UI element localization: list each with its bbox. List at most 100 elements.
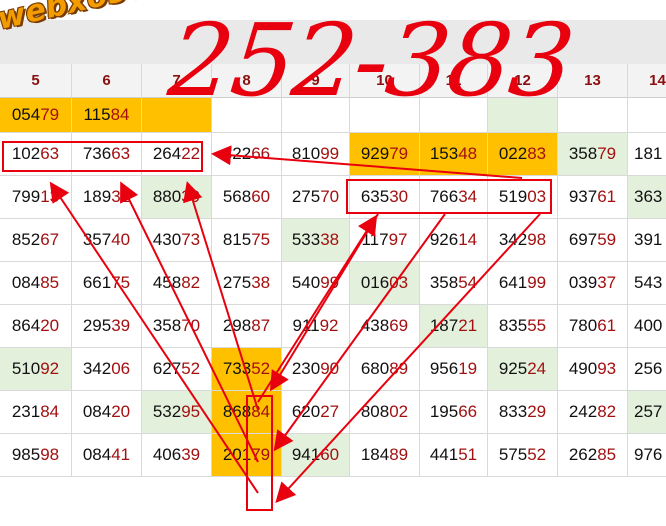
number-last-two-digits: 48 <box>458 144 478 163</box>
number-prefix: 822 <box>222 144 252 163</box>
result-cell: 275 70 <box>282 176 350 219</box>
number-prefix: 868 <box>222 402 252 421</box>
number-last-two-digits: 98 <box>527 230 547 249</box>
number-prefix: 490 <box>568 359 598 378</box>
result-cell: 275 38 <box>212 262 282 305</box>
result-cell: 810 99 <box>282 133 350 176</box>
result-cell: 543 <box>628 262 666 305</box>
result-cell: 441 51 <box>420 434 488 477</box>
result-cell: 438 69 <box>350 305 420 348</box>
number-last-two-digits: 99 <box>320 144 340 163</box>
result-cell: 084 20 <box>72 391 142 434</box>
number-last-two-digits: 32 <box>111 187 131 206</box>
result-cell: 808 02 <box>350 391 420 434</box>
result-cell: 298 87 <box>212 305 282 348</box>
result-cell: 697 59 <box>558 219 628 262</box>
number-last-two-digits: 95 <box>181 402 201 421</box>
result-cell: 115 84 <box>72 98 142 133</box>
number-last-two-digits: 83 <box>527 144 547 163</box>
result-cell: 510 92 <box>0 348 72 391</box>
number-last-two-digits: 20 <box>111 402 131 421</box>
number-prefix: 835 <box>498 316 528 335</box>
result-cell: 780 61 <box>558 305 628 348</box>
number-prefix: 195 <box>429 402 459 421</box>
number-prefix: 929 <box>360 144 390 163</box>
number-last-two-digits: 38 <box>320 230 340 249</box>
number-last-two-digits: 87 <box>251 316 271 335</box>
number-prefix: 264 <box>152 144 182 163</box>
number-prefix: 880 <box>152 187 182 206</box>
result-cell: 358 70 <box>142 305 212 348</box>
number-last-two-digits: 02 <box>389 402 409 421</box>
number-prefix: 543 <box>634 273 663 292</box>
number-last-two-digits: 70 <box>320 187 340 206</box>
number-prefix: 181 <box>634 144 663 163</box>
result-cell: 929 79 <box>350 133 420 176</box>
number-prefix: 833 <box>498 402 528 421</box>
result-cell: 264 22 <box>142 133 212 176</box>
number-prefix: 941 <box>291 445 321 464</box>
number-last-two-digits: 34 <box>458 187 478 206</box>
number-prefix: 540 <box>291 273 321 292</box>
number-last-two-digits: 52 <box>181 359 201 378</box>
result-cell: 400 <box>628 305 666 348</box>
result-cell: 880 39 <box>142 176 212 219</box>
result-cell: 016 03 <box>350 262 420 305</box>
result-cell: 635 30 <box>350 176 420 219</box>
result-cell: 363 <box>628 176 666 219</box>
number-last-two-digits: 06 <box>111 359 131 378</box>
number-prefix: 510 <box>11 359 41 378</box>
number-prefix: 054 <box>11 105 41 124</box>
number-prefix: 458 <box>152 273 182 292</box>
number-last-two-digits: 69 <box>389 316 409 335</box>
result-cell: 956 19 <box>420 348 488 391</box>
number-last-two-digits: 54 <box>458 273 478 292</box>
result-cell: 189 32 <box>72 176 142 219</box>
result-cell: 458 82 <box>142 262 212 305</box>
result-cell: 852 67 <box>0 219 72 262</box>
result-cell: 736 63 <box>72 133 142 176</box>
number-last-two-digits: 30 <box>389 187 409 206</box>
number-last-two-digits: 24 <box>527 359 547 378</box>
number-last-two-digits: 37 <box>597 273 617 292</box>
number-prefix: 358 <box>152 316 182 335</box>
result-cell: 102 63 <box>0 133 72 176</box>
result-cell: 833 29 <box>488 391 558 434</box>
number-prefix: 532 <box>152 402 182 421</box>
number-prefix: 115 <box>83 105 111 124</box>
number-last-two-digits: 99 <box>320 273 340 292</box>
result-cell: 568 60 <box>212 176 282 219</box>
number-prefix: 438 <box>360 316 390 335</box>
result-cell: 976 <box>628 434 666 477</box>
number-prefix: 257 <box>634 402 663 421</box>
number-last-two-digits: 79 <box>597 144 617 163</box>
result-cell: 184 89 <box>350 434 420 477</box>
column-header: 5 <box>0 64 72 98</box>
number-last-two-digits: 98 <box>40 445 60 464</box>
number-last-two-digits: 14 <box>458 230 478 249</box>
result-cell: 187 21 <box>420 305 488 348</box>
number-last-two-digits: 51 <box>458 445 478 464</box>
number-prefix: 342 <box>498 230 528 249</box>
number-prefix: 189 <box>82 187 112 206</box>
result-cell: 641 99 <box>488 262 558 305</box>
result-cell: 391 <box>628 219 666 262</box>
number-last-two-digits: 22 <box>181 144 201 163</box>
result-cell <box>628 98 666 133</box>
result-cell: 181 <box>628 133 666 176</box>
number-prefix: 406 <box>152 445 182 464</box>
number-prefix: 533 <box>291 230 321 249</box>
number-last-two-digits: 52 <box>251 359 271 378</box>
result-cell: 799 13 <box>0 176 72 219</box>
number-prefix: 430 <box>152 230 182 249</box>
result-cell: 490 93 <box>558 348 628 391</box>
number-last-two-digits: 03 <box>389 273 409 292</box>
number-prefix: 102 <box>11 144 41 163</box>
result-cell: 084 85 <box>0 262 72 305</box>
result-cell: 022 83 <box>488 133 558 176</box>
result-cell: 084 41 <box>72 434 142 477</box>
number-prefix: 733 <box>222 359 252 378</box>
number-prefix: 084 <box>82 402 112 421</box>
result-cell: 680 89 <box>350 348 420 391</box>
result-cell: 342 98 <box>488 219 558 262</box>
